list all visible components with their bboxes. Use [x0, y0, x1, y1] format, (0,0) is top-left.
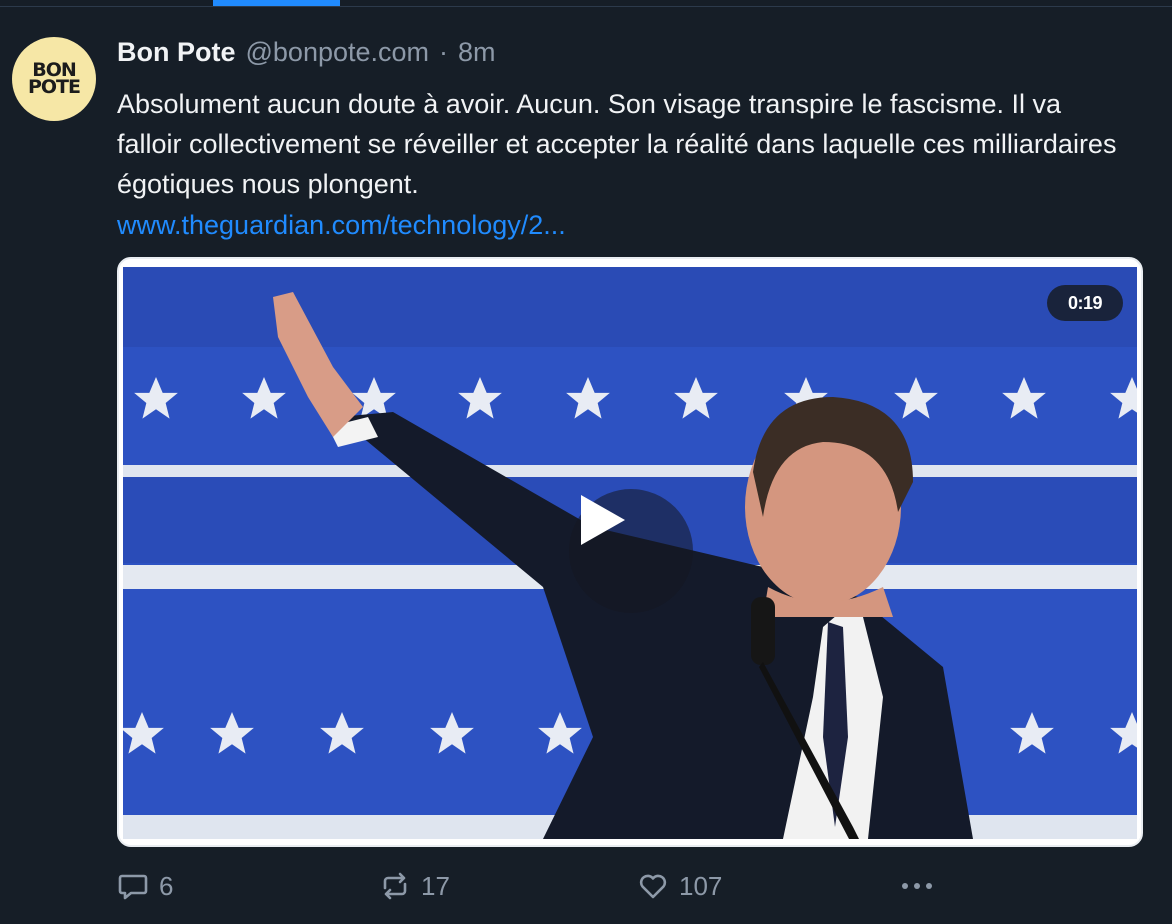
more-options-button[interactable]	[899, 863, 935, 909]
video-thumbnail[interactable]: 0:19	[123, 267, 1137, 839]
repost-icon	[383, 872, 407, 900]
like-count: 107	[679, 870, 723, 901]
heart-icon	[639, 874, 667, 899]
reply-count: 6	[159, 870, 174, 901]
tab-strip	[0, 0, 1172, 7]
active-tab-indicator	[213, 0, 340, 6]
reply-icon	[118, 874, 148, 900]
reply-button[interactable]: 6	[117, 863, 173, 909]
more-icon	[902, 883, 932, 889]
header-separator: ·	[439, 37, 449, 67]
author-handle[interactable]: @bonpote.com	[246, 37, 430, 68]
like-button[interactable]: 107	[637, 863, 722, 909]
post-text: Absolument aucun doute à avoir. Aucun. S…	[117, 89, 1117, 199]
avatar[interactable]: BON POTE	[12, 37, 96, 121]
post-actions: 6 17 107	[117, 863, 1143, 909]
post-link[interactable]: www.theguardian.com/technology/2...	[117, 205, 566, 245]
post-header: Bon Pote @bonpote.com · 8m	[117, 37, 496, 73]
video-duration-badge: 0:19	[1047, 285, 1123, 321]
avatar-logo-line2: POTE	[27, 76, 81, 98]
repost-count: 17	[421, 870, 450, 901]
post-timestamp[interactable]: 8m	[458, 37, 496, 68]
repost-button[interactable]: 17	[379, 863, 450, 909]
play-button[interactable]	[569, 489, 693, 613]
author-display-name[interactable]: Bon Pote	[117, 37, 236, 68]
post[interactable]: BON POTE Bon Pote @bonpote.com · 8m Abso…	[0, 7, 1172, 924]
play-icon	[581, 495, 625, 545]
video-embed[interactable]: 0:19	[117, 257, 1143, 847]
avatar-logo: BON POTE	[27, 61, 81, 98]
